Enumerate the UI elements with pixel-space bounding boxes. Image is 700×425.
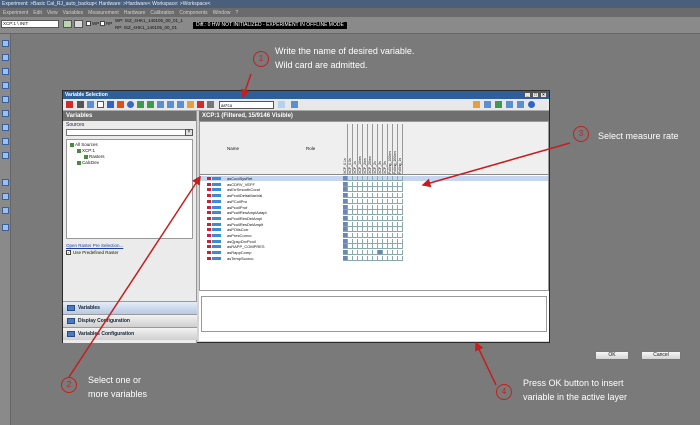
arrow-1 <box>241 73 252 99</box>
annotation-1-label: Write the name of desired variable. Wild… <box>275 46 415 70</box>
annotation-3-label: Select measure rate <box>598 131 679 141</box>
arrow-3 <box>421 142 571 188</box>
arrow-2 <box>68 175 201 378</box>
annotation-2-number: 2 <box>61 377 77 393</box>
annotation-3-text: Select measure rate <box>598 129 679 143</box>
annotation-4-text: Press OK button to insert variable in th… <box>523 376 627 404</box>
annotation-2-text: Select one or more variables <box>88 373 147 401</box>
annotation-1-text: Write the name of desired variable. Wild… <box>275 44 414 72</box>
annotation-4-number: 4 <box>496 384 512 400</box>
annotation-2-label: Select one or more variables <box>88 375 148 399</box>
annotation-3-number: 3 <box>573 126 589 142</box>
annotation-1-number: 1 <box>253 51 269 67</box>
annotation-4-label: Press OK button to insert variable in th… <box>523 378 628 402</box>
arrow-4 <box>475 341 497 386</box>
